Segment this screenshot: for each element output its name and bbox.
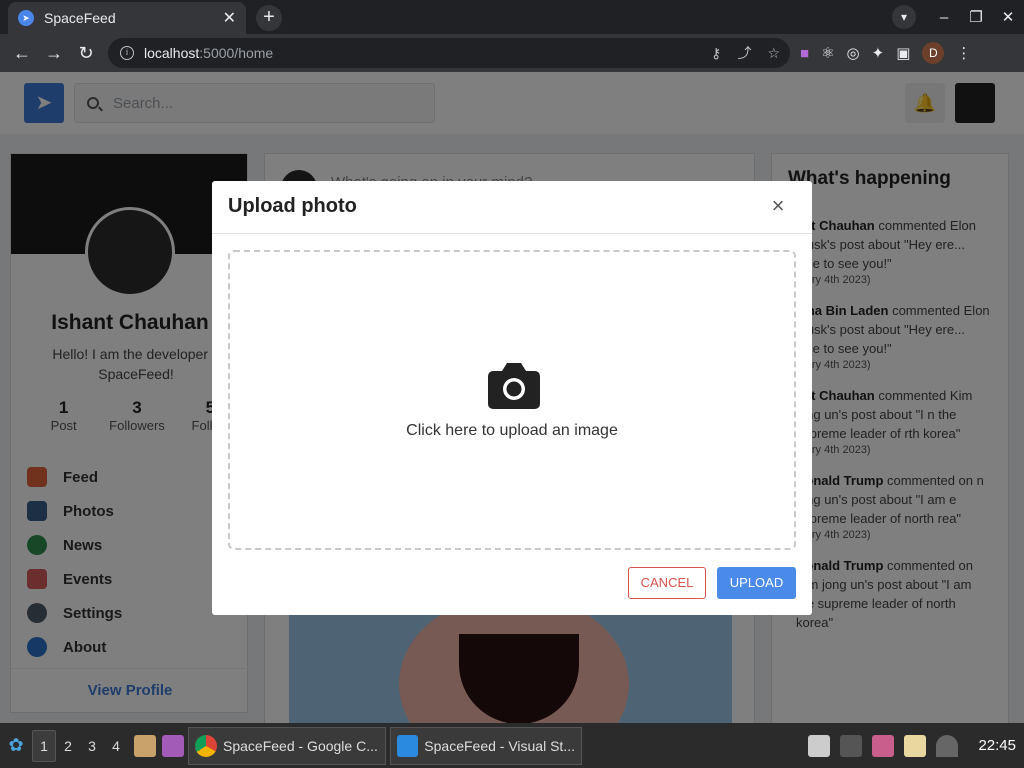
cancel-button[interactable]: CANCEL <box>628 567 706 599</box>
target-extension-icon[interactable]: ◎ <box>847 44 860 62</box>
puzzle-extensions-icon[interactable]: ✦ <box>872 44 885 62</box>
image-dropzone[interactable]: Click here to upload an image <box>228 250 796 550</box>
tab-strip: ➤ SpaceFeed ✕ + ▾ – ❐ ✕ <box>0 0 1024 34</box>
share-icon[interactable]: ⤴ <box>737 43 751 63</box>
url-host: localhost <box>144 45 200 61</box>
forward-icon[interactable]: → <box>38 43 70 64</box>
browser-toolbar: ← → ↻ i localhost:5000/home ⚷ ⤴ ☆ ■ ⚛ ◎ … <box>0 34 1024 72</box>
vscode-icon <box>397 734 419 757</box>
tab-close-icon[interactable]: ✕ <box>223 8 236 28</box>
workspace-3[interactable]: 3 <box>80 738 104 754</box>
modal-divider <box>212 233 812 234</box>
workspace-1[interactable]: 1 <box>32 729 56 762</box>
os-taskbar: ✿ 1 2 3 4 SpaceFeed - Google C... SpaceF… <box>0 723 1024 768</box>
browser-tab[interactable]: ➤ SpaceFeed ✕ <box>8 2 246 34</box>
bookmark-star-icon[interactable]: ☆ <box>767 45 780 62</box>
media-app-icon[interactable] <box>162 734 184 757</box>
new-tab-button[interactable]: + <box>256 5 282 31</box>
sidebar-icon[interactable]: ▣ <box>896 44 910 62</box>
tab-title: SpaceFeed <box>44 10 116 26</box>
task-vscode[interactable]: SpaceFeed - Visual St... <box>390 726 582 765</box>
rocket-favicon-icon: ➤ <box>18 10 34 26</box>
file-manager-icon[interactable] <box>134 734 156 757</box>
wifi-icon[interactable] <box>936 734 959 757</box>
dropzone-text: Click here to upload an image <box>406 422 618 439</box>
kebab-menu-icon[interactable]: ⋮ <box>956 44 971 62</box>
profile-avatar[interactable]: D <box>922 42 945 64</box>
screenshot-app-icon[interactable] <box>872 734 895 757</box>
clock: 22:45 <box>978 737 1016 754</box>
workspace-2[interactable]: 2 <box>56 738 80 754</box>
drive-icon[interactable] <box>808 734 831 757</box>
task-chrome[interactable]: SpaceFeed - Google C... <box>188 726 386 765</box>
window-controls: ▾ – ❐ ✕ <box>892 0 1024 34</box>
system-tray: 22:45 <box>808 723 1024 768</box>
maximize-icon[interactable]: ❐ <box>960 8 992 26</box>
chrome-icon <box>195 734 217 757</box>
extensions-area: ■ ⚛ ◎ ✦ ▣ D ⋮ <box>800 34 971 72</box>
back-icon[interactable]: ← <box>6 43 38 64</box>
site-info-icon[interactable]: i <box>120 46 134 60</box>
upload-button[interactable]: UPLOAD <box>717 567 796 599</box>
upload-photo-modal: Upload photo × Click here to upload an i… <box>212 181 812 615</box>
clipboard-icon[interactable] <box>904 734 927 757</box>
reload-icon[interactable]: ↻ <box>70 43 102 64</box>
close-icon[interactable]: × <box>768 195 788 217</box>
volume-icon[interactable] <box>840 734 863 757</box>
modal-title: Upload photo <box>228 195 357 217</box>
task-label: SpaceFeed - Visual St... <box>424 737 575 754</box>
camera-icon <box>488 363 540 409</box>
start-menu-icon[interactable]: ✿ <box>0 735 32 756</box>
url-path: :5000/home <box>199 45 274 61</box>
tab-search-chevron-icon[interactable]: ▾ <box>892 5 916 29</box>
minimize-icon[interactable]: – <box>928 9 960 26</box>
address-bar[interactable]: i localhost:5000/home ⚷ ⤴ ☆ <box>108 38 790 68</box>
extension-icon[interactable]: ■ <box>800 45 809 62</box>
key-icon[interactable]: ⚷ <box>711 45 721 62</box>
task-label: SpaceFeed - Google C... <box>223 737 378 754</box>
react-devtools-icon[interactable]: ⚛ <box>821 44 834 62</box>
workspace-4[interactable]: 4 <box>104 738 128 754</box>
close-window-icon[interactable]: ✕ <box>992 8 1024 26</box>
